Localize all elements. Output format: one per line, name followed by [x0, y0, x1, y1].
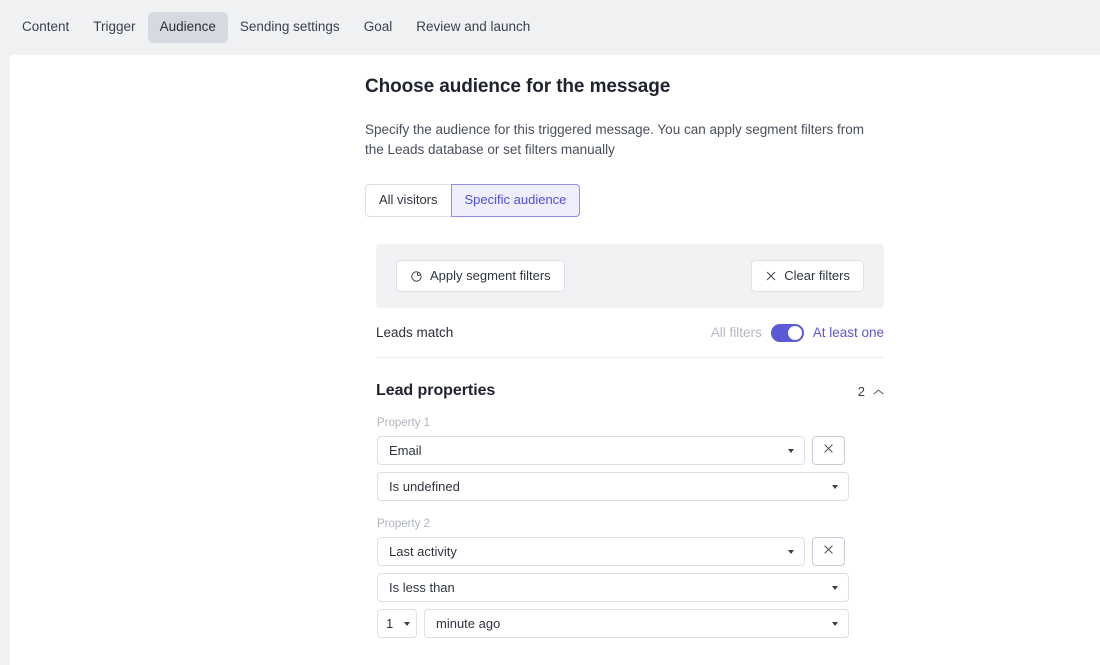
- match-mode-at-least-one-label[interactable]: At least one: [813, 325, 884, 340]
- chevron-up-icon: [873, 384, 884, 399]
- match-mode-toggle-group: All filters At least one: [711, 323, 884, 342]
- property-1-label: Property 1: [377, 417, 431, 430]
- page-description: Specify the audience for this triggered …: [365, 122, 865, 157]
- segment-specific-audience[interactable]: Specific audience: [450, 184, 581, 218]
- property-2-remove-button[interactable]: [812, 537, 845, 567]
- property-2-operator-value: Is less than: [389, 580, 455, 596]
- chevron-down-icon: [404, 621, 410, 626]
- property-2-field-value: Last activity: [389, 544, 457, 560]
- apply-segment-filters-label: Apply segment filters: [430, 268, 551, 284]
- close-icon: [822, 543, 835, 561]
- close-icon: [822, 442, 835, 460]
- segment-filter-toolbar: Apply segment filters Clear filters: [376, 244, 884, 309]
- lead-properties-count: 2: [857, 383, 865, 399]
- clear-filters-button[interactable]: Clear filters: [751, 260, 864, 293]
- property-2-field-select[interactable]: Last activity: [377, 537, 805, 567]
- leads-match-row: Leads match All filters At least one: [376, 308, 884, 359]
- clear-filters-label: Clear filters: [784, 268, 850, 284]
- match-mode-switch[interactable]: [770, 323, 804, 342]
- leads-match-label: Leads match: [376, 325, 454, 341]
- property-1-remove-button[interactable]: [812, 436, 845, 466]
- tab-audience[interactable]: Audience: [147, 12, 228, 43]
- tab-trigger[interactable]: Trigger: [81, 12, 147, 42]
- property-2-unit-value: minute ago: [436, 616, 501, 632]
- pie-chart-icon: [410, 270, 423, 283]
- page-title: Choose audience for the message: [365, 76, 671, 97]
- lead-properties-collapse-control[interactable]: 2: [858, 384, 884, 399]
- lead-properties-header: Lead properties 2: [376, 382, 884, 400]
- property-1-operator-select[interactable]: Is undefined: [377, 472, 849, 502]
- property-1-field-select[interactable]: Email: [377, 436, 805, 466]
- property-1-field-row: Email: [377, 436, 880, 466]
- wizard-tab-bar: Content Trigger Audience Sending setting…: [0, 0, 1100, 55]
- apply-segment-filters-button[interactable]: Apply segment filters: [396, 260, 565, 293]
- property-1-field-value: Email: [389, 443, 422, 459]
- property-2-operator-select[interactable]: Is less than: [377, 573, 849, 603]
- property-2-operator-row: Is less than: [377, 573, 880, 603]
- chevron-down-icon: [788, 448, 794, 453]
- chevron-down-icon: [832, 621, 838, 626]
- tab-sending-settings[interactable]: Sending settings: [228, 12, 352, 42]
- property-1-operator-value: Is undefined: [389, 479, 460, 495]
- segment-all-visitors[interactable]: All visitors: [365, 184, 452, 218]
- close-icon: [765, 270, 777, 282]
- property-2-label: Property 2: [377, 518, 431, 531]
- tab-goal[interactable]: Goal: [352, 12, 405, 42]
- switch-knob: [787, 325, 802, 340]
- lead-properties-title: Lead properties: [376, 382, 496, 400]
- property-2-amount-select[interactable]: 1: [377, 609, 417, 639]
- tab-content[interactable]: Content: [10, 12, 81, 42]
- property-2-amount-value: 1: [386, 616, 394, 632]
- tab-review-and-launch[interactable]: Review and launch: [404, 12, 542, 42]
- content-card: Choose audience for the message Specify …: [10, 55, 1100, 665]
- match-mode-all-filters-label[interactable]: All filters: [711, 325, 762, 340]
- chevron-down-icon: [832, 585, 838, 590]
- chevron-down-icon: [788, 549, 794, 554]
- chevron-down-icon: [832, 484, 838, 489]
- property-2-unit-select[interactable]: minute ago: [424, 609, 849, 639]
- audience-scope-segmented-control: All visitors Specific audience: [365, 184, 581, 218]
- property-1-operator-row: Is undefined: [377, 472, 880, 502]
- audience-panel: Choose audience for the message Specify …: [365, 55, 884, 639]
- property-2-field-row: Last activity: [377, 537, 880, 567]
- property-2-value-row: 1 minute ago: [377, 609, 880, 639]
